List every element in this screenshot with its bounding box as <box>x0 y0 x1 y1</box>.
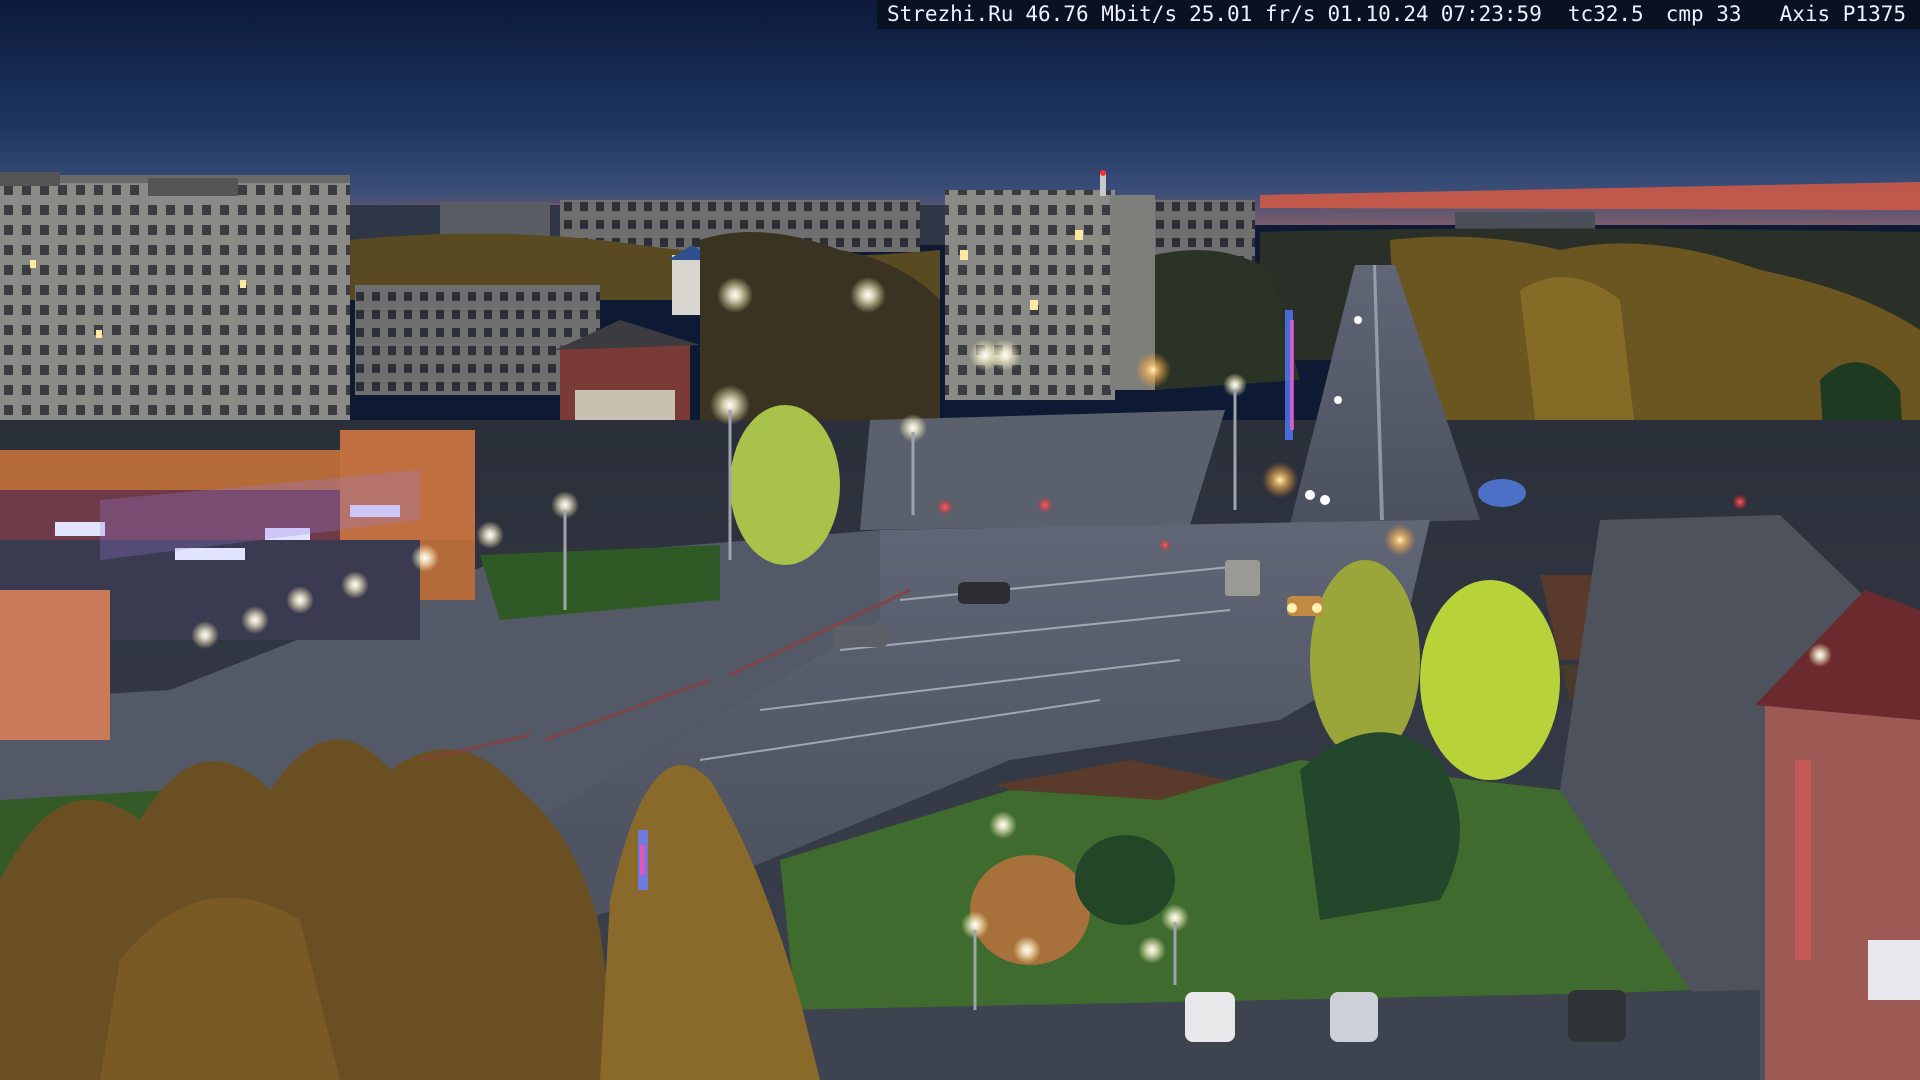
webcam-frame <box>0 0 1920 1080</box>
time-label: 07:23:59 <box>1440 2 1542 26</box>
cmp-label: cmp 33 <box>1665 2 1742 26</box>
tree-lit-left <box>730 405 840 565</box>
tree-lit-right <box>1420 580 1560 780</box>
tc-label: tc32.5 <box>1567 2 1644 26</box>
site-label: Strezhi.Ru <box>886 2 1014 26</box>
street-scene <box>0 0 1920 1080</box>
bitrate-label: 46.76 Mbit/s <box>1025 2 1178 26</box>
camera-model-label: Axis P1375 <box>1779 2 1906 26</box>
date-label: 01.10.24 <box>1327 2 1429 26</box>
framerate-label: 25.01 fr/s <box>1189 2 1316 26</box>
camera-info-overlay: Strezhi.Ru 46.76 Mbit/s 25.01 fr/s 01.10.24… <box>876 0 1920 29</box>
